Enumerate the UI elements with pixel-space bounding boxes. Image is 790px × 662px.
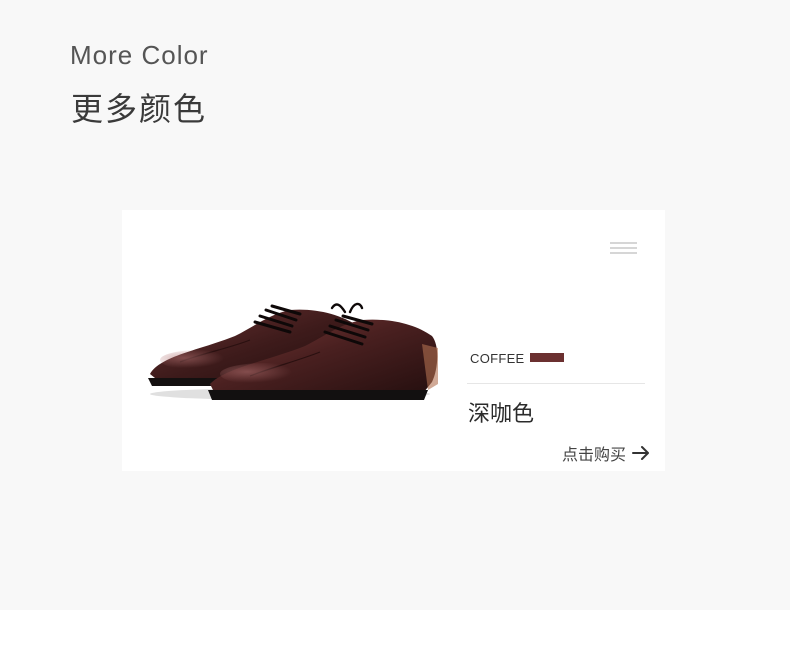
- section-title-en: More Color: [70, 40, 209, 70]
- buy-now-label: 点击购买: [562, 445, 627, 464]
- section-title-cn: 更多颜色: [71, 90, 208, 128]
- product-color-card: COFFEE 深咖色 点击购买: [122, 210, 665, 471]
- divider: [467, 383, 645, 384]
- color-swatch: [530, 353, 564, 362]
- menu-lines-icon[interactable]: [610, 242, 637, 256]
- color-name: 深咖色: [468, 402, 535, 427]
- buy-now-link[interactable]: 点击购买: [562, 442, 650, 464]
- shoe-image[interactable]: [140, 274, 440, 404]
- arrow-right-icon: [632, 446, 650, 460]
- color-code-label: COFFEE: [470, 351, 525, 366]
